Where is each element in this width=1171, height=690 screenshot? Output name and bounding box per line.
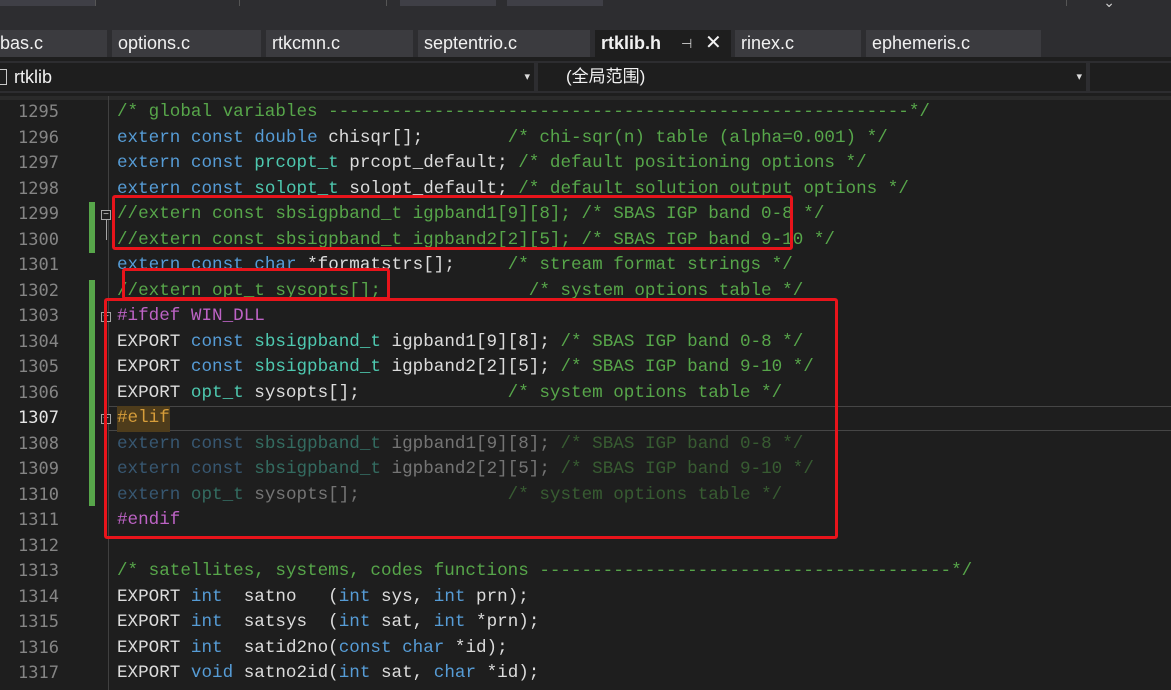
toolbar-divider	[1066, 0, 1067, 6]
line-number: 1303	[18, 306, 59, 326]
code-line: 1295 /* global variables ---------------…	[0, 100, 1171, 126]
code-line: 1314 EXPORT int satno (int sys, int prn)…	[0, 585, 1171, 611]
code-line: 1297 extern const prcopt_t prcopt_defaul…	[0, 151, 1171, 177]
tab-label: rtklib.h	[601, 33, 662, 53]
line-number: 1309	[18, 459, 59, 479]
code-line: 1296 extern const double chisqr[]; /* ch…	[0, 126, 1171, 152]
project-label: rtklib	[14, 67, 53, 87]
code-line: 1316 EXPORT int satid2no(const char *id)…	[0, 636, 1171, 662]
chevron-down-icon[interactable]: ▾	[524, 63, 530, 91]
line-number: 1302	[18, 280, 59, 301]
code-editor[interactable]: − − − 1295 /* global variables ---------…	[0, 96, 1171, 690]
tab-septentrio-c[interactable]: septentrio.c	[418, 30, 590, 57]
tab-label: rinex.c	[741, 33, 795, 53]
scope-dropdown[interactable]: (全局范围) ▾	[538, 63, 1086, 91]
tab-rtklib-h[interactable]: rtklib.h ⊣ ✕	[595, 30, 731, 57]
line-text[interactable]: EXPORT int satno (int sys, int prn);	[117, 585, 529, 611]
line-number: 1304	[18, 331, 59, 352]
code-line: 1315 EXPORT int satsys (int sat, int *pr…	[0, 610, 1171, 636]
line-number: 1298	[18, 178, 59, 199]
pin-icon[interactable]: ⊣	[681, 30, 692, 57]
navigation-bar: rtklib ▾ (全局范围) ▾	[0, 61, 1171, 93]
close-icon[interactable]: ✕	[705, 30, 722, 57]
member-dropdown[interactable]	[1090, 63, 1171, 91]
line-number: 1314	[18, 586, 59, 607]
line-text[interactable]: EXPORT void satno2id(int sat, char *id);	[117, 661, 539, 687]
line-number: 1315	[18, 612, 59, 632]
line-number: 1307	[18, 408, 59, 428]
toolbar-divider	[386, 0, 387, 6]
line-number: 1310	[18, 484, 59, 505]
tab-ephemeris-c[interactable]: ephemeris.c	[866, 30, 1041, 57]
line-number: 1299	[18, 204, 59, 224]
toolbar-divider	[239, 0, 240, 6]
line-text[interactable]: extern const double chisqr[]; /* chi-sqr…	[117, 126, 888, 152]
tab-options-c[interactable]: options.c	[112, 30, 261, 57]
line-text[interactable]: EXPORT int satsys (int sat, int *prn);	[117, 610, 539, 636]
toolbar-divider	[95, 0, 96, 6]
line-number: 1305	[18, 357, 59, 377]
line-number: 1295	[18, 102, 59, 122]
document-tab-bar: bas.c options.c rtkcmn.c septentrio.c rt…	[0, 30, 1171, 57]
code-line: 1317 EXPORT void satno2id(int sat, char …	[0, 661, 1171, 687]
line-number: 1300	[18, 229, 59, 250]
title-strip: ⌄	[0, 0, 1171, 30]
line-number: 1317	[18, 663, 59, 683]
line-number: 1311	[18, 510, 59, 530]
annotation-box	[112, 195, 793, 250]
code-line: 1313 /* satellites, systems, codes funct…	[0, 559, 1171, 585]
line-number: 1301	[18, 255, 59, 275]
line-number: 1316	[18, 637, 59, 658]
project-dropdown[interactable]: rtklib ▾	[0, 63, 534, 91]
line-number: 1312	[18, 535, 59, 556]
line-text[interactable]: extern const prcopt_t prcopt_default; /*…	[117, 151, 867, 177]
annotation-box	[122, 268, 390, 300]
tab-label: bas.c	[0, 33, 44, 53]
toolbar-segment	[0, 0, 95, 6]
line-text[interactable]: /* global variables --------------------…	[117, 100, 930, 126]
annotation-box	[104, 298, 838, 539]
toolbar-segment	[400, 0, 496, 6]
tab-label: options.c	[118, 33, 191, 53]
line-number: 1306	[18, 382, 59, 403]
tab-rinex-c[interactable]: rinex.c	[735, 30, 861, 57]
line-text[interactable]: EXPORT int satid2no(const char *id);	[117, 636, 508, 662]
line-number: 1297	[18, 153, 59, 173]
project-icon	[0, 69, 7, 85]
line-number: 1313	[18, 561, 59, 581]
toolbar-segment	[507, 0, 603, 6]
line-text[interactable]: /* satellites, systems, codes functions …	[117, 559, 972, 585]
chevron-down-icon[interactable]: ⌄	[1103, 0, 1115, 11]
scope-label: (全局范围)	[566, 67, 646, 86]
tab-bas-c[interactable]: bas.c	[0, 30, 107, 57]
tab-label: ephemeris.c	[872, 33, 971, 53]
line-number: 1308	[18, 433, 59, 454]
tab-label: rtkcmn.c	[272, 33, 341, 53]
line-number: 1296	[18, 127, 59, 148]
tab-label: septentrio.c	[424, 33, 518, 53]
tab-rtkcmn-c[interactable]: rtkcmn.c	[266, 30, 413, 57]
chevron-down-icon[interactable]: ▾	[1076, 63, 1082, 91]
